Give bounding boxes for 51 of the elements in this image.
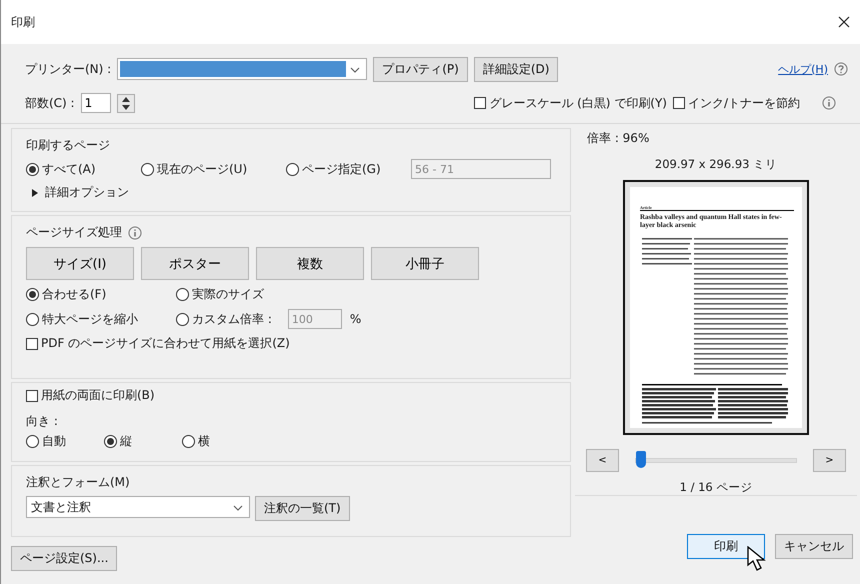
- duplex-checkbox[interactable]: 用紙の両面に印刷(B): [26, 387, 556, 404]
- radio-option[interactable]: 横: [182, 433, 260, 450]
- orientation-label: 向き :: [26, 413, 59, 430]
- radio-option[interactable]: 自動: [26, 433, 104, 450]
- radio-option[interactable]: カスタム倍率 :: [176, 310, 272, 328]
- page-slider-thumb[interactable]: [636, 451, 646, 468]
- option-checkbox[interactable]: グレースケール (白黒) で印刷(Y): [474, 94, 667, 112]
- triangle-icon[interactable]: [32, 188, 39, 196]
- dialog-button[interactable]: プロパティ(P): [373, 56, 468, 82]
- printer-dropdown[interactable]: [117, 58, 368, 80]
- percent-label: %: [350, 312, 362, 326]
- mode-button[interactable]: 複数: [256, 247, 364, 280]
- radio-option[interactable]: 実際のサイズ: [176, 286, 264, 303]
- mode-button[interactable]: サイズ(I): [26, 247, 134, 280]
- info-icon[interactable]: [128, 226, 142, 240]
- radio-option[interactable]: ページ指定(G): [286, 160, 411, 178]
- copies-field[interactable]: 1: [80, 93, 111, 113]
- section-title: ページサイズ処理: [26, 224, 122, 241]
- option-checkbox[interactable]: インク/トナーを節約: [672, 94, 800, 112]
- dialog-button[interactable]: キャンセル: [775, 534, 853, 559]
- mode-button[interactable]: 小冊子: [371, 247, 479, 280]
- radio-option[interactable]: 縦: [104, 433, 182, 450]
- printer-label: プリンター(N) :: [25, 60, 112, 78]
- info-icon[interactable]: [822, 96, 836, 110]
- spin-buttons[interactable]: [116, 94, 135, 112]
- chevron-down-icon[interactable]: [350, 67, 360, 73]
- radio-option[interactable]: 現在のページ(U): [141, 160, 286, 178]
- radio-option[interactable]: すべて(A): [26, 160, 141, 178]
- comments-dropdown[interactable]: 文書と注釈: [26, 496, 250, 518]
- section-title: 注釈とフォーム(M): [26, 474, 131, 491]
- scale-label: 倍率 : 96%: [586, 130, 650, 147]
- window-title: 印刷: [11, 14, 35, 30]
- dialog-button[interactable]: 印刷: [687, 534, 765, 559]
- chevron-down-icon[interactable]: [233, 505, 243, 511]
- copies-label: 部数(C) :: [25, 94, 75, 112]
- radio-option[interactable]: 特大ページを縮小: [26, 310, 138, 328]
- radio-option[interactable]: 合わせる(F): [26, 286, 106, 303]
- previous-page-button[interactable]: <: [586, 449, 619, 472]
- page-counter: 1 / 16 ページ: [680, 480, 752, 495]
- paper-size-label: 209.97 x 296.93 ミリ: [654, 157, 778, 172]
- help-icon[interactable]: [834, 62, 848, 76]
- mode-button[interactable]: ポスター: [141, 247, 249, 280]
- next-page-button[interactable]: >: [813, 449, 846, 472]
- close-icon[interactable]: [838, 16, 850, 28]
- help-link[interactable]: ヘルプ(H): [778, 62, 828, 76]
- dialog-button[interactable]: 詳細設定(D): [474, 56, 558, 82]
- paper-checkbox[interactable]: PDF のページサイズに合わせて用紙を選択(Z): [26, 335, 556, 352]
- page-setup-button[interactable]: ページ設定(S)...: [11, 546, 118, 571]
- more-options-toggle[interactable]: 詳細オプション: [26, 184, 556, 201]
- section-title: 印刷するページ: [26, 137, 111, 154]
- comments-list-button[interactable]: 注釈の一覧(T): [255, 496, 350, 521]
